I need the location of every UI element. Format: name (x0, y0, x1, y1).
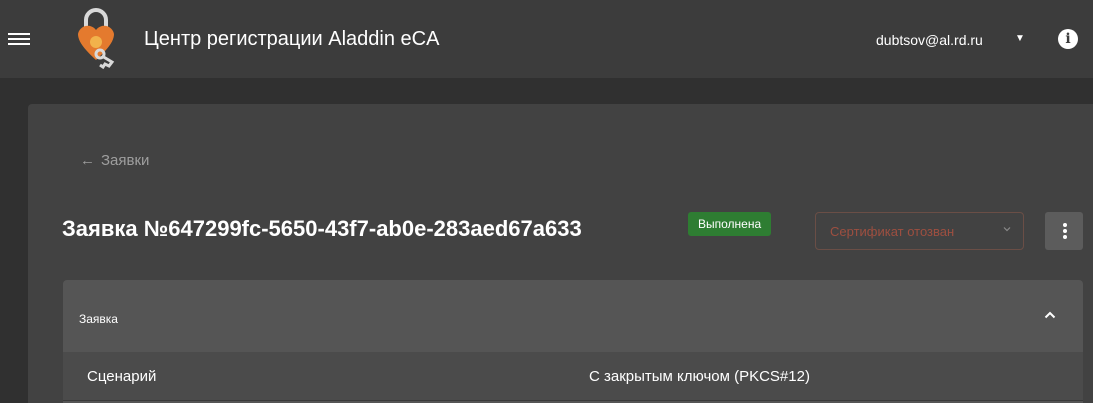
row-value: С закрытым ключом (PKCS#12) (589, 368, 810, 385)
caret-down-icon[interactable]: ▼ (1015, 33, 1025, 44)
status-badge: Выполнена (688, 212, 772, 236)
table-row: Сценарий С закрытым ключом (PKCS#12) (63, 352, 1083, 401)
request-panel: Заявка Сценарий С закрытым ключом (PKCS#… (63, 280, 1083, 403)
chevron-up-icon[interactable] (1044, 311, 1056, 319)
request-panel-header[interactable]: Заявка (63, 280, 1083, 352)
user-menu[interactable]: dubtsov@al.rd.ru (876, 32, 983, 48)
more-actions-button[interactable] (1045, 212, 1083, 250)
more-vert-icon (1063, 223, 1067, 227)
aladdin-logo-icon (78, 8, 115, 70)
arrow-left-icon: ← (80, 152, 95, 169)
row-label: Сценарий (87, 368, 157, 385)
back-link-label: Заявки (101, 152, 150, 169)
menu-icon[interactable] (8, 30, 30, 48)
cert-status-select[interactable]: Сертификат отозван (815, 212, 1024, 250)
top-app-bar: Центр регистрации Aladdin eCA dubtsov@al… (0, 0, 1093, 78)
panel-title: Заявка (79, 312, 118, 326)
chevron-down-icon (1003, 227, 1011, 232)
back-link[interactable]: ← Заявки (80, 152, 149, 169)
app-title: Центр регистрации Aladdin eCA (144, 28, 440, 50)
cert-status-label: Сертификат отозван (830, 224, 955, 239)
page-title: Заявка №647299fc-5650-43f7-ab0e-283aed67… (62, 216, 582, 241)
info-icon[interactable]: i (1058, 29, 1078, 49)
